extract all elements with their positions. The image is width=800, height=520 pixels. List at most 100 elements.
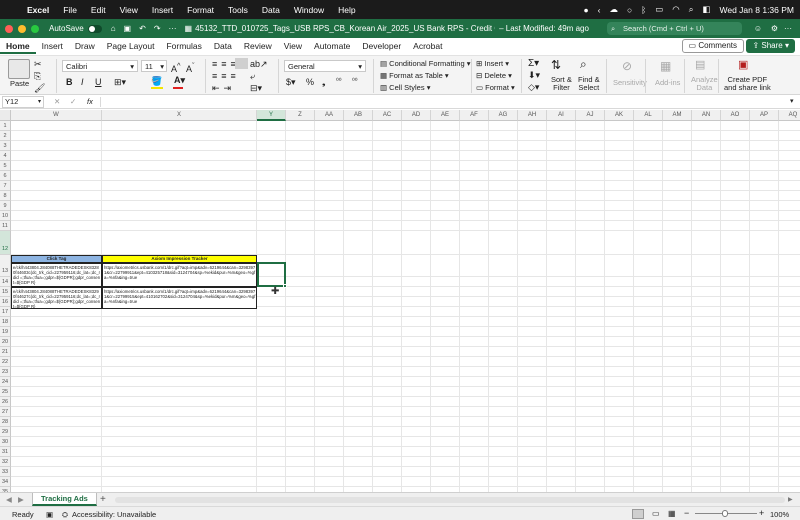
cell-styles-button[interactable]: ▥ Cell Styles ▾ <box>380 83 430 92</box>
wifi-icon[interactable]: ◠ <box>672 4 679 15</box>
column-header[interactable]: AM <box>663 110 692 121</box>
row-header[interactable]: 18 <box>0 317 11 327</box>
comments-button[interactable]: ▭ Comments <box>681 39 744 53</box>
more-icon[interactable]: ··· <box>169 24 177 33</box>
cell-w12[interactable]: e/ck/h443804.284088THETRADEDESK8328 0f44… <box>11 263 102 287</box>
column-header[interactable]: AC <box>373 110 402 121</box>
tab-view[interactable]: View <box>278 38 308 54</box>
page-layout-view-icon[interactable]: ▭ <box>652 509 660 518</box>
cell-x13[interactable]: https://axiometrics.usbank.com/1/drc.gif… <box>102 287 257 309</box>
row-header[interactable]: 2 <box>0 131 11 141</box>
cut-icon[interactable]: ✂ <box>34 59 42 70</box>
column-header[interactable]: AL <box>634 110 663 121</box>
column-header[interactable]: AQ <box>779 110 800 121</box>
header-axiom-tracker[interactable]: Axiom Impression Tracker <box>102 255 257 263</box>
column-header[interactable]: AP <box>750 110 779 121</box>
row-header[interactable]: 10 <box>0 211 11 221</box>
undo-icon[interactable]: ↶ <box>139 24 146 33</box>
horizontal-align-icons[interactable]: ≡≡≡ <box>212 71 240 81</box>
menu-help[interactable]: Help <box>331 5 362 15</box>
paste-icon[interactable] <box>8 59 30 79</box>
row-header[interactable]: 9 <box>0 201 11 211</box>
column-header[interactable]: AI <box>547 110 576 121</box>
font-name-dropdown[interactable]: Calibri ▾ <box>62 60 138 72</box>
enter-icon[interactable]: ✓ <box>70 97 76 106</box>
horizontal-scrollbar[interactable] <box>115 497 785 503</box>
menu-edit[interactable]: Edit <box>84 5 113 15</box>
menu-data[interactable]: Data <box>255 5 287 15</box>
row-header[interactable]: 28 <box>0 417 11 427</box>
zoom-in-icon[interactable]: + <box>759 508 764 518</box>
column-header[interactable]: Y <box>257 110 286 121</box>
menu-window[interactable]: Window <box>287 5 331 15</box>
ellipsis-icon[interactable]: ··· <box>784 24 792 33</box>
chevron-left-icon[interactable]: ‹ <box>598 5 601 15</box>
menu-file[interactable]: File <box>56 5 84 15</box>
active-cell-y12[interactable] <box>257 262 286 287</box>
indent-icons[interactable]: ⇤⇥ <box>212 83 235 94</box>
fill-color-icon[interactable]: 🪣 <box>151 76 162 87</box>
tab-formulas[interactable]: Formulas <box>160 38 207 54</box>
close-window-icon[interactable] <box>5 24 13 33</box>
font-color-icon[interactable]: A▾ <box>174 75 185 86</box>
redo-icon[interactable]: ↷ <box>154 24 161 33</box>
row-header[interactable]: 13 <box>0 255 11 277</box>
find-select-icon[interactable]: ⌕ <box>580 57 587 72</box>
record-icon[interactable]: ● <box>584 5 589 15</box>
merge-center-icon[interactable]: ⊟▾ <box>250 83 262 94</box>
menu-view[interactable]: View <box>113 5 145 15</box>
row-header[interactable]: 31 <box>0 447 11 457</box>
row-header[interactable]: 6 <box>0 171 11 181</box>
fill-handle[interactable] <box>283 284 287 288</box>
zoom-out-icon[interactable]: − <box>684 508 689 518</box>
select-all-corner[interactable] <box>0 110 11 121</box>
row-header[interactable]: 11 <box>0 221 11 231</box>
row-header[interactable]: 15 <box>0 287 11 297</box>
row-header[interactable]: 8 <box>0 191 11 201</box>
row-header[interactable]: 23 <box>0 367 11 377</box>
row-header[interactable]: 32 <box>0 457 11 467</box>
macro-record-icon[interactable]: ▣ <box>46 510 53 519</box>
cell-w13[interactable]: e/ck/h443804.284088THETRADEDESK8329 0f44… <box>11 287 102 309</box>
sort-filter-button[interactable]: Sort & Filter <box>551 76 572 92</box>
tab-home[interactable]: Home <box>0 38 36 54</box>
column-header[interactable]: AN <box>692 110 721 121</box>
create-pdf-button[interactable]: Create PDF and share link <box>724 76 771 92</box>
copy-icon[interactable]: ⎘ <box>34 71 41 82</box>
borders-icon[interactable]: ⊞▾ <box>114 77 126 88</box>
row-header[interactable]: 1 <box>0 121 11 131</box>
row-header[interactable]: 7 <box>0 181 11 191</box>
menu-format[interactable]: Format <box>180 5 221 15</box>
column-header[interactable]: AH <box>518 110 547 121</box>
zoom-slider-thumb[interactable] <box>722 510 728 517</box>
delete-cells-button[interactable]: ⊟ Delete ▾ <box>476 71 512 80</box>
orientation-icon[interactable]: ab↗ <box>250 59 268 70</box>
tab-page-layout[interactable]: Page Layout <box>101 38 161 54</box>
autosum-icon[interactable]: Σ▾ <box>528 58 539 69</box>
circle-icon[interactable]: ○ <box>627 5 632 15</box>
add-sheet-icon[interactable]: + <box>100 494 106 505</box>
autosave-toggle[interactable] <box>87 24 102 33</box>
control-center-icon[interactable]: ◧ <box>702 4 710 15</box>
cancel-icon[interactable]: ✕ <box>54 97 60 106</box>
scroll-right-icon[interactable]: ▶ <box>788 496 793 503</box>
increase-decimal-icon[interactable]: ⁰⁰ <box>336 77 342 85</box>
row-header[interactable]: 3 <box>0 141 11 151</box>
clear-icon[interactable]: ◇▾ <box>528 82 539 93</box>
format-cells-button[interactable]: ▭ Format ▾ <box>476 83 515 92</box>
column-header[interactable]: AF <box>460 110 489 121</box>
settings-icon[interactable]: ⚙ <box>771 24 778 33</box>
menu-app-excel[interactable]: Excel <box>20 5 56 15</box>
row-header[interactable]: 29 <box>0 427 11 437</box>
paste-button[interactable]: Paste <box>10 79 29 88</box>
decrease-font-icon[interactable]: Aˇ <box>186 61 195 74</box>
zoom-level[interactable]: 100% <box>770 510 789 519</box>
bluetooth-icon[interactable]: ᛒ <box>641 5 646 15</box>
name-box[interactable]: Y12 ▾ <box>2 96 44 108</box>
format-as-table-button[interactable]: ▦ Format as Table ▾ <box>380 71 449 80</box>
battery-icon[interactable]: ▭ <box>655 4 663 15</box>
column-header[interactable]: AJ <box>576 110 605 121</box>
tab-developer[interactable]: Developer <box>356 38 407 54</box>
row-header[interactable]: 25 <box>0 387 11 397</box>
underline-icon[interactable]: U <box>95 77 102 87</box>
